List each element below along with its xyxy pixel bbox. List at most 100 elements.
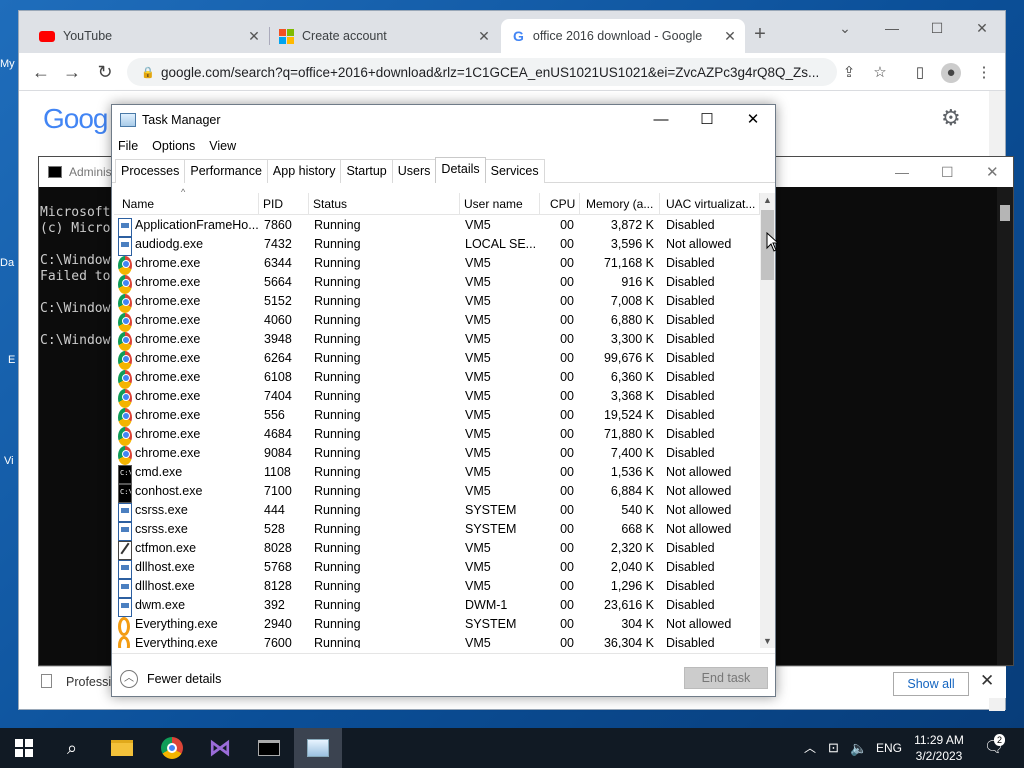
tab-details[interactable]: Details — [435, 157, 486, 183]
table-row[interactable]: chrome.exe 7404 Running VM5 00 3,368 K Disable… — [114, 387, 760, 408]
google-logo[interactable]: Goog — [43, 103, 108, 135]
volume-icon[interactable]: 🔈 — [850, 728, 867, 768]
show-all-button[interactable]: Show all — [893, 672, 969, 696]
table-row[interactable]: cmd.exe 1108 Running VM5 00 1,536 K Not allowe… — [114, 463, 760, 484]
column-header-status[interactable]: Status — [309, 193, 460, 215]
table-row[interactable]: chrome.exe 3948 Running VM5 00 3,300 K Disable… — [114, 330, 760, 351]
notification-center[interactable]: 🗨 2 — [984, 728, 1008, 768]
maximize-icon[interactable]: ☐ — [692, 108, 722, 132]
scroll-up-icon[interactable]: ▲ — [760, 193, 775, 207]
close-window-icon[interactable]: ✕ — [738, 108, 768, 132]
table-row[interactable]: chrome.exe 6264 Running VM5 00 99,676 K Disabl… — [114, 349, 760, 370]
minimize-icon[interactable]: — — [646, 108, 676, 132]
side-panel-icon[interactable]: ▯ — [910, 63, 930, 83]
close-tab-icon[interactable]: ✕ — [245, 27, 263, 45]
visual-studio-icon: ⋈ — [209, 735, 231, 760]
table-row[interactable]: chrome.exe 4684 Running VM5 00 71,880 K Disabl… — [114, 425, 760, 446]
close-tab-icon[interactable]: ✕ — [721, 27, 739, 45]
desktop-icon-label[interactable]: Da — [0, 257, 20, 269]
close-window-icon[interactable]: ✕ — [969, 17, 995, 39]
column-header-user[interactable]: User name — [460, 193, 540, 215]
start-button[interactable] — [0, 728, 48, 768]
minimize-icon[interactable]: — — [879, 17, 905, 39]
end-task-button[interactable]: End task — [684, 667, 768, 689]
taskbar-file-explorer[interactable] — [98, 728, 146, 768]
table-row[interactable]: chrome.exe 5152 Running VM5 00 7,008 K Disable… — [114, 292, 760, 313]
table-row[interactable]: dllhost.exe 5768 Running VM5 00 2,040 K Disabl… — [114, 558, 760, 579]
clock[interactable]: 11:29 AM 3/2/2023 — [900, 732, 978, 764]
table-row[interactable]: ctfmon.exe 8028 Running VM5 00 2,320 K Disable… — [114, 539, 760, 560]
maximize-icon[interactable]: ☐ — [924, 17, 950, 39]
tm-titlebar[interactable]: Task Manager — ☐ ✕ — [112, 105, 775, 135]
table-row[interactable]: chrome.exe 6108 Running VM5 00 6,360 K Disable… — [114, 368, 760, 389]
cell-mem: 916 K — [621, 275, 654, 289]
tab-create-account[interactable]: Create account ✕ — [275, 19, 493, 53]
table-row[interactable]: chrome.exe 556 Running VM5 00 19,524 K Disable… — [114, 406, 760, 427]
taskbar-task-manager[interactable] — [294, 728, 342, 768]
fewer-details-button[interactable]: ︿ Fewer details — [120, 670, 221, 688]
close-window-icon[interactable]: ✕ — [986, 163, 999, 181]
show-hidden-icons-icon[interactable]: ︿ — [804, 728, 816, 768]
table-row[interactable]: chrome.exe 4060 Running VM5 00 6,880 K Disable… — [114, 311, 760, 332]
cmd-scrollbar[interactable] — [997, 187, 1013, 665]
gear-icon[interactable]: ⚙ — [941, 105, 961, 131]
back-icon[interactable]: ← — [29, 61, 53, 83]
bookmark-star-icon[interactable]: ☆ — [870, 63, 890, 83]
tab-performance[interactable]: Performance — [184, 159, 268, 183]
column-header-name[interactable]: Name — [114, 193, 259, 215]
column-header-pid[interactable]: PID — [259, 193, 309, 215]
table-row[interactable]: dwm.exe 392 Running DWM-1 00 23,616 K Disabled — [114, 596, 760, 617]
table-row[interactable]: csrss.exe 444 Running SYSTEM 00 540 K Not allo… — [114, 501, 760, 522]
menu-view[interactable]: View — [209, 139, 236, 153]
table-row[interactable]: audiodg.exe 7432 Running LOCAL SE... 00 3,596… — [114, 235, 760, 256]
taskbar-cmd[interactable] — [245, 728, 293, 768]
table-row[interactable]: chrome.exe 5664 Running VM5 00 916 K Disabled — [114, 273, 760, 294]
taskbar-visual-studio[interactable]: ⋈ — [196, 728, 244, 768]
table-row[interactable]: chrome.exe 6344 Running VM5 00 71,168 K Disabl… — [114, 254, 760, 275]
cell-user: VM5 — [465, 560, 491, 574]
column-header-cpu[interactable]: CPU — [540, 193, 580, 215]
tab-youtube[interactable]: YouTube ✕ — [33, 19, 263, 53]
tab-services[interactable]: Services — [484, 159, 545, 183]
tm-scrollbar[interactable]: ▲ ▼ — [760, 193, 775, 648]
table-row[interactable]: ApplicationFrameHo... 7860 Running VM5 00 3,8… — [114, 216, 760, 237]
table-row[interactable]: chrome.exe 9084 Running VM5 00 7,400 K Disable… — [114, 444, 760, 465]
desktop-icon-label[interactable]: My — [0, 58, 20, 70]
menu-options[interactable]: Options — [152, 139, 195, 153]
scroll-down-icon[interactable]: ▼ — [760, 634, 775, 648]
tab-app-history[interactable]: App history — [266, 159, 342, 183]
cell-mem: 71,168 K — [603, 256, 654, 270]
tab-search-icon[interactable]: ⌄ — [832, 17, 858, 39]
cell-mem: 540 K — [621, 503, 654, 517]
minimize-icon[interactable]: — — [895, 164, 909, 180]
tab-users[interactable]: Users — [391, 159, 437, 183]
close-tab-icon[interactable]: ✕ — [475, 27, 493, 45]
tab-startup[interactable]: Startup — [340, 159, 393, 183]
table-row[interactable]: csrss.exe 528 Running SYSTEM 00 668 K Not allo… — [114, 520, 760, 541]
tab-processes[interactable]: Processes — [115, 159, 186, 183]
cell-uac: Disabled — [666, 218, 715, 232]
table-row[interactable]: conhost.exe 7100 Running VM5 00 6,884 K Not al… — [114, 482, 760, 503]
menu-kebab-icon[interactable]: ⋮ — [974, 63, 994, 83]
taskbar-chrome[interactable] — [148, 728, 196, 768]
column-header-uac[interactable]: UAC virtualizat... — [660, 193, 760, 215]
table-row[interactable]: Everything.exe 7600 Running VM5 00 36,304 K Di… — [114, 634, 760, 648]
network-icon[interactable]: ⊡ — [828, 728, 839, 768]
menu-file[interactable]: File — [118, 139, 138, 153]
search-button[interactable]: ⌕ — [48, 728, 96, 768]
table-row[interactable]: dllhost.exe 8128 Running VM5 00 1,296 K Disabl… — [114, 577, 760, 598]
address-bar[interactable]: 🔒 google.com/search?q=office+2016+downlo… — [127, 58, 837, 86]
close-banner-icon[interactable]: ✕ — [980, 671, 994, 691]
profile-avatar-icon[interactable]: ● — [941, 63, 961, 83]
table-row[interactable]: Everything.exe 2940 Running SYSTEM 00 304 K No… — [114, 615, 760, 636]
maximize-icon[interactable]: ☐ — [941, 164, 954, 181]
reload-icon[interactable]: ↻ — [93, 61, 117, 83]
tab-google-search[interactable]: G office 2016 download - Google S ✕ — [501, 19, 745, 53]
console-output[interactable]: Microsoft (c) Micro C:\Window Failed to C:\W… — [40, 189, 110, 381]
new-tab-button[interactable]: + — [747, 23, 773, 45]
scroll-thumb[interactable] — [1000, 205, 1010, 221]
language-indicator[interactable]: ENG — [876, 728, 902, 768]
column-header-memory[interactable]: Memory (a... — [580, 193, 660, 215]
forward-icon[interactable]: → — [60, 61, 84, 83]
share-icon[interactable]: ⇪ — [839, 63, 859, 83]
